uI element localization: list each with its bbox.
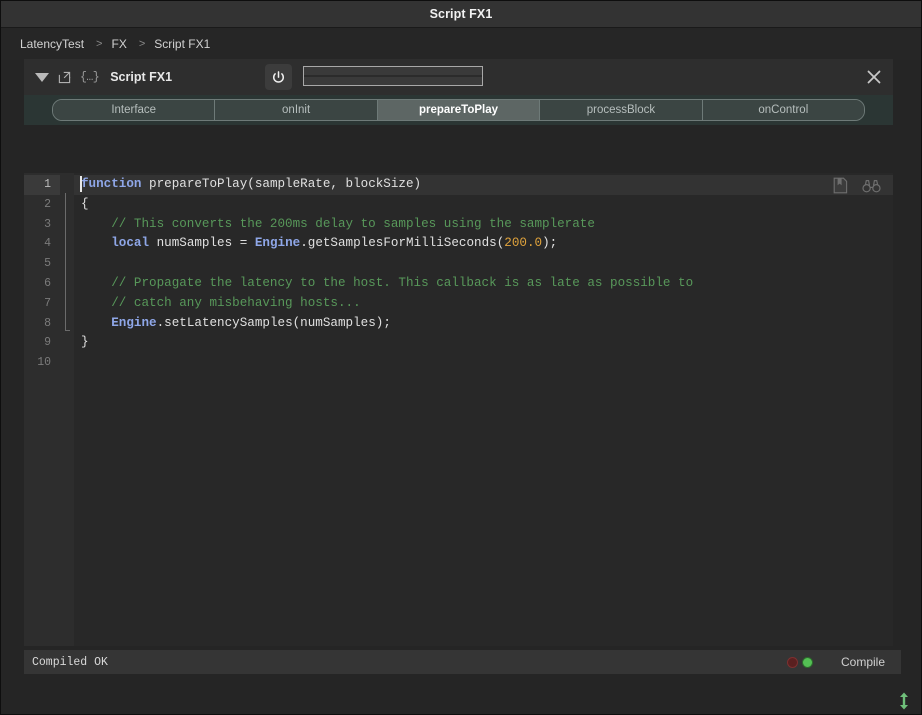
close-icon[interactable]	[865, 68, 883, 86]
triangle-down-icon[interactable]	[35, 72, 49, 82]
vertical-resize-icon[interactable]	[897, 692, 913, 710]
compile-button[interactable]: Compile	[835, 653, 891, 671]
tab-label: onControl	[758, 104, 809, 116]
compile-status-message: Compiled OK	[32, 655, 108, 669]
line-number: 10	[37, 356, 51, 370]
success-led	[801, 656, 813, 668]
code-fold-column[interactable]	[60, 173, 74, 646]
tab-preparetoplay[interactable]: prepareToPlay	[377, 100, 541, 120]
code-token: }	[81, 335, 89, 350]
code-token: numSamples =	[149, 236, 255, 251]
script-fx-module-panel: {…} Script FX1 Interface onInit prepareT…	[24, 59, 893, 125]
line-number: 3	[44, 217, 51, 231]
script-editor-window: Script FX1 LatencyTest > FX > Script FX1…	[0, 0, 922, 715]
tab-label: Interface	[111, 104, 157, 116]
tab-label: processBlock	[586, 104, 656, 116]
code-line[interactable]: }	[74, 333, 893, 353]
code-token: Engine	[111, 315, 157, 330]
code-token: {	[81, 196, 89, 211]
breadcrumb-item-root[interactable]: LatencyTest	[20, 37, 84, 51]
code-line[interactable]: Engine.setLatencySamples(numSamples);	[74, 314, 893, 334]
tab-label: prepareToPlay	[418, 104, 499, 116]
line-number-gutter: 1 2 3 4 5 6 7 8 9 10	[24, 173, 74, 646]
module-name-label: Script FX1	[110, 70, 173, 84]
line-number: 8	[44, 316, 51, 330]
tab-label: onInit	[282, 104, 311, 116]
callback-tab-bar: Interface onInit prepareToPlay processBl…	[52, 99, 865, 121]
line-number: 4	[44, 237, 51, 251]
line-number: 1	[24, 175, 74, 195]
code-line[interactable]: function prepareToPlay(sampleRate, block…	[74, 175, 893, 195]
callback-tab-bar-container: Interface onInit prepareToPlay processBl…	[24, 95, 893, 125]
bookmark-icon[interactable]	[833, 177, 848, 202]
breadcrumb: LatencyTest > FX > Script FX1	[1, 28, 921, 60]
tab-oninit[interactable]: onInit	[215, 100, 378, 120]
code-token: // This converts the 200ms delay to samp…	[81, 216, 595, 231]
error-led	[786, 656, 798, 668]
fold-range-indicator	[65, 193, 70, 331]
code-area[interactable]: 1 2 3 4 5 6 7 8 9 10 function prepareToPlay(sampl…	[24, 173, 893, 646]
tab-processblock[interactable]: processBlock	[540, 100, 703, 120]
window-title-bar: Script FX1	[1, 1, 921, 28]
meter-divider	[304, 75, 482, 77]
editor-tool-icons	[833, 177, 881, 202]
code-token: );	[542, 236, 558, 251]
tab-oncontrol[interactable]: onControl	[702, 100, 864, 120]
level-meter[interactable]	[303, 66, 483, 86]
code-token: 200.0	[504, 236, 543, 251]
code-token: .setLatencySamples(numSamples);	[156, 315, 391, 330]
power-button[interactable]	[265, 64, 292, 90]
tab-interface[interactable]: Interface	[53, 100, 216, 120]
code-token: prepareToPlay(sampleRate, blockSize)	[141, 177, 422, 191]
status-bar-right: Compile	[786, 653, 901, 671]
code-token: Engine	[254, 236, 301, 251]
breadcrumb-item-current[interactable]: Script FX1	[154, 37, 210, 51]
status-bar: Compiled OK Compile	[24, 650, 901, 674]
window-title: Script FX1	[429, 7, 493, 21]
code-line[interactable]	[74, 254, 893, 274]
line-number: 5	[44, 257, 51, 271]
code-editor[interactable]: 1 2 3 4 5 6 7 8 9 10 function prepareToPlay(sampl…	[24, 173, 893, 646]
code-token: // catch any misbehaving hosts...	[81, 295, 361, 310]
line-number: 9	[44, 336, 51, 350]
braces-code-icon[interactable]: {…}	[80, 71, 100, 84]
code-line[interactable]: // This converts the 200ms delay to samp…	[74, 215, 893, 235]
module-header: {…} Script FX1	[24, 59, 893, 95]
code-line[interactable]: // Propagate the latency to the host. Th…	[74, 274, 893, 294]
code-line[interactable]	[74, 353, 893, 373]
code-token: // Propagate the latency to the host. Th…	[81, 275, 694, 290]
line-number: 7	[44, 296, 51, 310]
breadcrumb-separator-icon: >	[96, 38, 103, 50]
code-lines[interactable]: function prepareToPlay(sampleRate, block…	[74, 173, 893, 646]
code-line[interactable]: local numSamples = Engine.getSamplesForM…	[74, 234, 893, 254]
code-token: function	[81, 177, 142, 191]
breadcrumb-separator-icon: >	[138, 38, 146, 50]
code-token: local	[111, 236, 150, 251]
line-number: 6	[44, 276, 51, 290]
code-line[interactable]: // catch any misbehaving hosts...	[74, 294, 893, 314]
text-caret	[80, 176, 82, 192]
line-number: 2	[44, 197, 51, 211]
external-link-icon[interactable]	[58, 71, 71, 84]
breadcrumb-item-fx[interactable]: FX	[111, 37, 126, 51]
code-token: .getSamplesForMilliSeconds(	[300, 236, 505, 251]
binoculars-search-icon[interactable]	[862, 179, 881, 201]
code-line[interactable]: {	[74, 195, 893, 215]
